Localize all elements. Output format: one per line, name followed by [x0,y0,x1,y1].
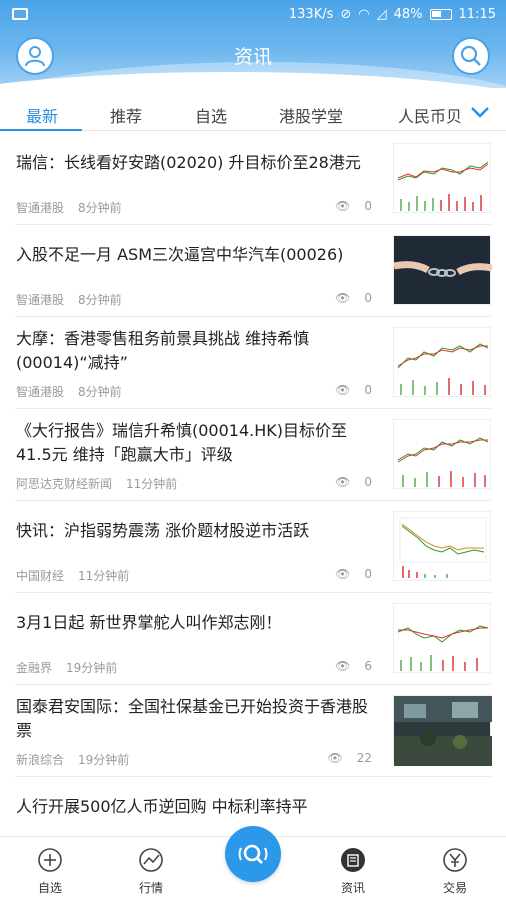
nav-news[interactable]: 资讯 [318,845,388,896]
news-source: 金融界 [16,661,53,675]
yen-icon [440,845,470,875]
view-count-value: 0 [364,475,372,489]
eye-icon: 👁 [335,475,351,489]
stock-chart-thumbnail [393,603,491,673]
news-item[interactable]: 《大行报告》瑞信升希慎(00014.HK)目标价至41.5元 维持「跑赢大市」评… [0,409,506,501]
battery-icon [429,9,452,20]
chevron-down-icon [471,107,489,118]
view-count-value: 0 [364,291,372,305]
wifi-icon: ◠ [358,7,370,22]
nav-label: 资讯 [340,881,365,895]
page-title: 资讯 [233,46,272,68]
view-count: 👁 0 [335,199,372,213]
app-header: 133K/s ⊘ ◠ ◿ 48% 11:15 资讯 [0,0,506,88]
nav-trade[interactable]: 交易 [420,845,490,896]
view-count-value: 0 [364,567,372,581]
signal-icon: ◿ [376,7,387,22]
news-source: 智通港股 [16,293,65,307]
view-count: 👁 22 [327,751,372,765]
eye-icon: 👁 [335,659,351,673]
news-time: 19分钟前 [78,753,130,767]
search-icon [460,45,481,66]
news-item[interactable]: 快讯：沪指弱势震荡 涨价题材股逆市活跃 中国财经 11分钟前 👁 0 [0,501,506,593]
stock-chart-thumbnail [393,419,491,489]
search-button[interactable] [452,37,490,75]
eye-icon: 👁 [327,751,343,765]
nav-label: 自选 [37,881,62,895]
news-time: 11分钟前 [78,569,130,583]
eye-icon: 👁 [335,567,351,581]
eye-icon: 👁 [335,291,351,305]
tab-latest[interactable]: 最新 [26,103,58,127]
view-count: 👁 0 [335,383,372,397]
tab-rmb[interactable]: 人民币贝 [398,103,462,127]
active-tab-indicator [0,129,82,131]
search-center-icon [238,844,268,864]
news-title: 人行开展500亿人币逆回购 中标利率持平 [16,797,308,816]
mute-icon: ⊘ [340,7,352,22]
clock: 11:15 [458,7,496,22]
nav-market[interactable]: 行情 [116,845,186,896]
eye-icon: 👁 [335,383,351,397]
news-time: 8分钟前 [78,385,122,399]
network-speed: 133K/s [288,7,334,22]
news-source: 新浪综合 [16,753,65,767]
tab-recommended[interactable]: 推荐 [110,103,142,127]
news-title: 瑞信：长线看好安踏(02020) 升目标价至28港元 [16,153,361,172]
news-item[interactable]: 大摩：香港零售租务前景具挑战 维持希慎(00014)“减持” 智通港股 8分钟前 … [0,317,506,409]
battery-percent: 48% [393,7,423,22]
plus-circle-icon [35,845,65,875]
nav-label: 交易 [442,881,467,895]
news-item[interactable]: 国泰君安国际：全国社保基金已开始投资于香港股票 新浪综合 19分钟前 👁 22 [0,685,506,777]
user-icon [25,46,45,67]
user-avatar-button[interactable] [16,37,54,75]
view-count: 👁 6 [335,659,372,673]
stock-chart-thumbnail [393,327,491,397]
news-item[interactable]: 3月1日起 新世界掌舵人叫作郑志刚！ 金融界 19分钟前 👁 6 [0,593,506,685]
news-title: 快讯：沪指弱势震荡 涨价题材股逆市活跃 [16,521,310,540]
trend-icon [136,845,166,875]
center-search-button[interactable] [225,826,281,882]
news-item[interactable]: 入股不足一月 ASM三次逼宫中华汽车(00026) 智通港股 8分钟前 👁 0 [0,225,506,317]
news-source: 智通港股 [16,201,65,215]
news-title: 大摩：香港零售租务前景具挑战 维持希慎(00014)“减持” [16,329,310,372]
news-title: 入股不足一月 ASM三次逼宫中华汽车(00026) [16,245,344,264]
tab-hk-school[interactable]: 港股学堂 [279,103,343,127]
view-count-value: 6 [364,659,372,673]
news-item[interactable]: 瑞信：长线看好安踏(02020) 升目标价至28港元 智通港股 8分钟前 👁 0 [0,133,506,225]
view-count: 👁 0 [335,475,372,489]
trading-floor-photo-thumbnail [393,695,492,766]
news-source: 阿思达克财经新闻 [16,477,113,491]
news-source: 智通港股 [16,385,65,399]
nav-label: 行情 [138,881,163,895]
eye-icon: 👁 [335,199,351,213]
news-title: 3月1日起 新世界掌舵人叫作郑志刚！ [16,613,282,632]
view-count: 👁 0 [335,567,372,581]
view-count-value: 0 [364,199,372,213]
news-time: 8分钟前 [78,201,122,215]
news-time: 11分钟前 [126,477,178,491]
nav-watchlist[interactable]: 自选 [15,845,85,896]
tabs-expand-button[interactable] [458,95,506,129]
news-source: 中国财经 [16,569,65,583]
tab-watchlist[interactable]: 自选 [195,103,227,127]
view-count: 👁 0 [335,291,372,305]
index-chart-thumbnail [393,511,491,581]
category-tabs: 最新 推荐 自选 港股学堂 人民币贝 [0,95,506,131]
news-time: 19分钟前 [66,661,118,675]
image-icon [12,8,28,20]
news-time: 8分钟前 [78,293,122,307]
view-count-value: 0 [364,383,372,397]
chain-hands-photo-thumbnail [393,235,493,305]
news-icon [338,845,368,875]
news-title: 国泰君安国际：全国社保基金已开始投资于香港股票 [16,697,369,740]
view-count-value: 22 [356,751,372,765]
stock-chart-thumbnail [393,143,491,213]
news-title: 《大行报告》瑞信升希慎(00014.HK)目标价至41.5元 维持「跑赢大市」评… [16,421,347,464]
status-bar: 133K/s ⊘ ◠ ◿ 48% 11:15 [0,0,506,30]
